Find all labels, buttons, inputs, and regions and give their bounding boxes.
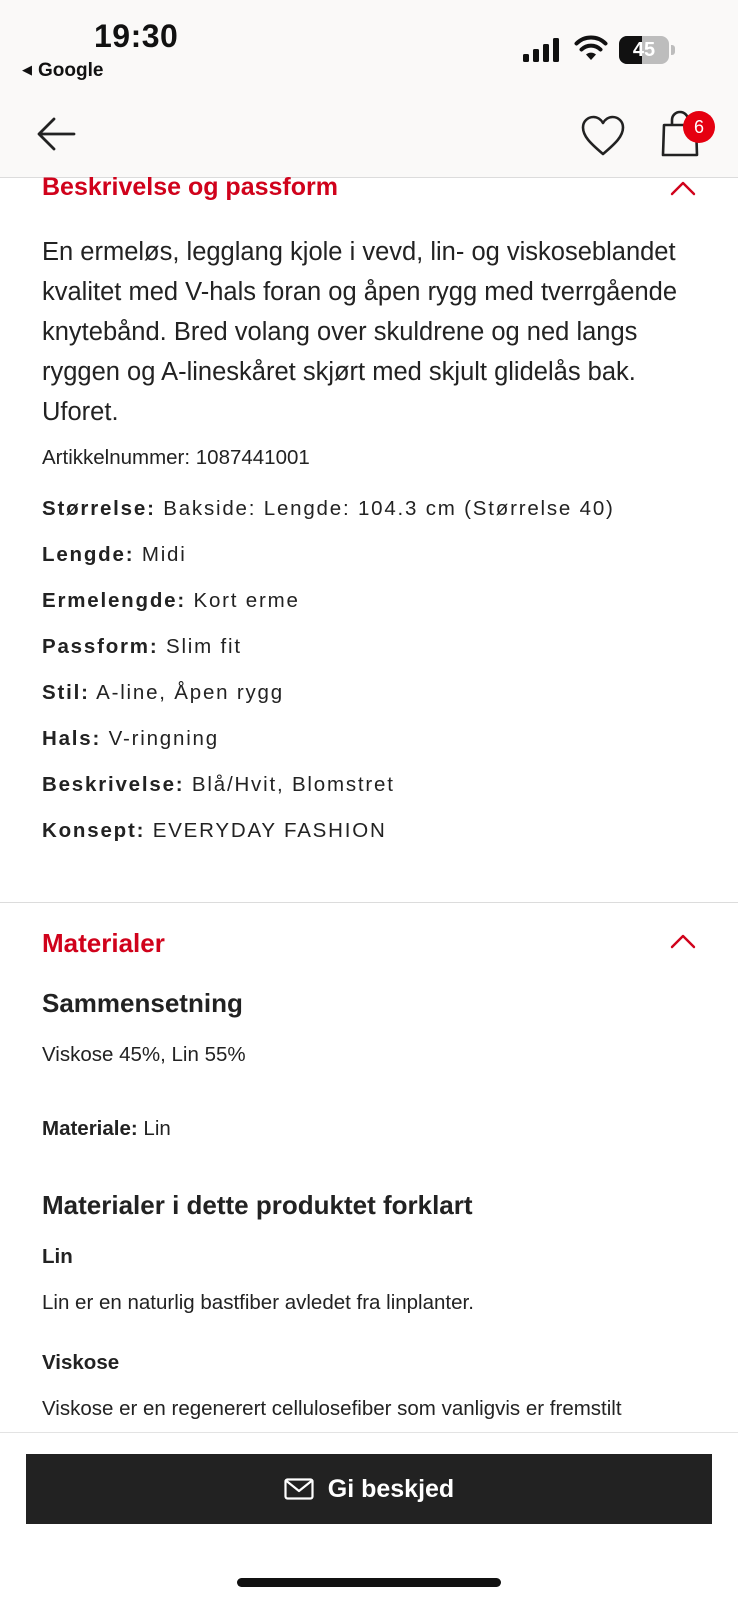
attribute-row: Beskrivelse: Blå/Hvit, Blomstret — [42, 773, 395, 797]
chevron-up-icon[interactable] — [670, 180, 696, 196]
description-section-title[interactable]: Beskrivelse og passform — [42, 173, 338, 202]
back-to-app-link[interactable]: ◀ Google — [22, 60, 103, 82]
back-triangle-icon: ◀ — [22, 62, 32, 77]
attribute-key: Hals: — [42, 727, 102, 750]
material-text-viskose: Viskose er en regenerert cellulosefiber … — [42, 1397, 622, 1420]
attribute-key: Passform: — [42, 635, 159, 658]
notify-me-label: Gi beskjed — [327, 1474, 455, 1503]
composition-heading: Sammensetning — [42, 988, 243, 1018]
attribute-key: Stil: — [42, 681, 90, 704]
article-number: Artikkelnummer: 1087441001 — [42, 446, 310, 469]
status-time: 19:30 — [94, 18, 179, 54]
attribute-key: Konsept: — [42, 819, 146, 842]
attribute-value: EVERYDAY FASHION — [152, 819, 387, 842]
material-label: Materiale: — [42, 1117, 138, 1140]
attribute-value: Slim fit — [165, 635, 242, 658]
wifi-icon — [574, 35, 608, 60]
attribute-row: Ermelengde: Kort erme — [42, 589, 300, 613]
notify-me-button[interactable]: Gi beskjed — [26, 1454, 712, 1524]
material-text-lin: Lin er en naturlig bastfiber avledet fra… — [42, 1291, 474, 1314]
section-divider — [0, 902, 738, 903]
attribute-row: Lengde: Midi — [42, 543, 187, 567]
attribute-row: Stil: A-line, Åpen rygg — [42, 681, 284, 705]
composition-text: Viskose 45%, Lin 55% — [42, 1043, 246, 1066]
attribute-key: Beskrivelse: — [42, 773, 185, 796]
attribute-row: Konsept: EVERYDAY FASHION — [42, 819, 387, 843]
attribute-value: A-line, Åpen rygg — [96, 681, 284, 704]
material-name-viskose: Viskose — [42, 1351, 120, 1374]
attribute-row: Hals: V-ringning — [42, 727, 219, 751]
attribute-key: Størrelse: — [42, 497, 156, 520]
battery-icon: 45 — [619, 36, 675, 64]
attribute-key: Lengde: — [42, 543, 135, 566]
material-value: Lin — [143, 1117, 171, 1140]
attribute-value: V-ringning — [108, 727, 219, 750]
bag-count-badge: 6 — [683, 111, 715, 143]
mail-icon — [284, 1478, 314, 1500]
status-bar: 19:30 ◀ Google 45 — [0, 0, 738, 88]
attribute-value: Blå/Hvit, Blomstret — [191, 773, 395, 796]
chevron-up-icon[interactable] — [670, 933, 696, 949]
signal-icon — [523, 38, 559, 62]
attribute-key: Ermelengde: — [42, 589, 186, 612]
attribute-value: Kort erme — [193, 589, 300, 612]
home-indicator[interactable] — [237, 1578, 501, 1587]
material-line: Materiale: Lin — [42, 1117, 171, 1141]
material-name-lin: Lin — [42, 1245, 73, 1268]
materials-section-title[interactable]: Materialer — [42, 928, 165, 959]
attribute-value: Bakside: Lengde: 104.3 cm (Størrelse 40) — [163, 497, 615, 520]
heart-icon[interactable] — [580, 114, 626, 158]
attribute-row: Passform: Slim fit — [42, 635, 242, 659]
attribute-value: Midi — [141, 543, 187, 566]
materials-explained-heading: Materialer i dette produktet forklart — [42, 1190, 473, 1220]
product-description: En ermeløs, legglang kjole i vevd, lin- … — [42, 238, 678, 426]
battery-percent: 45 — [632, 39, 656, 61]
nav-header — [0, 88, 738, 178]
back-arrow-icon[interactable] — [36, 114, 76, 154]
back-app-label: Google — [38, 60, 104, 81]
attribute-row: Størrelse: Bakside: Lengde: 104.3 cm (St… — [42, 497, 615, 521]
